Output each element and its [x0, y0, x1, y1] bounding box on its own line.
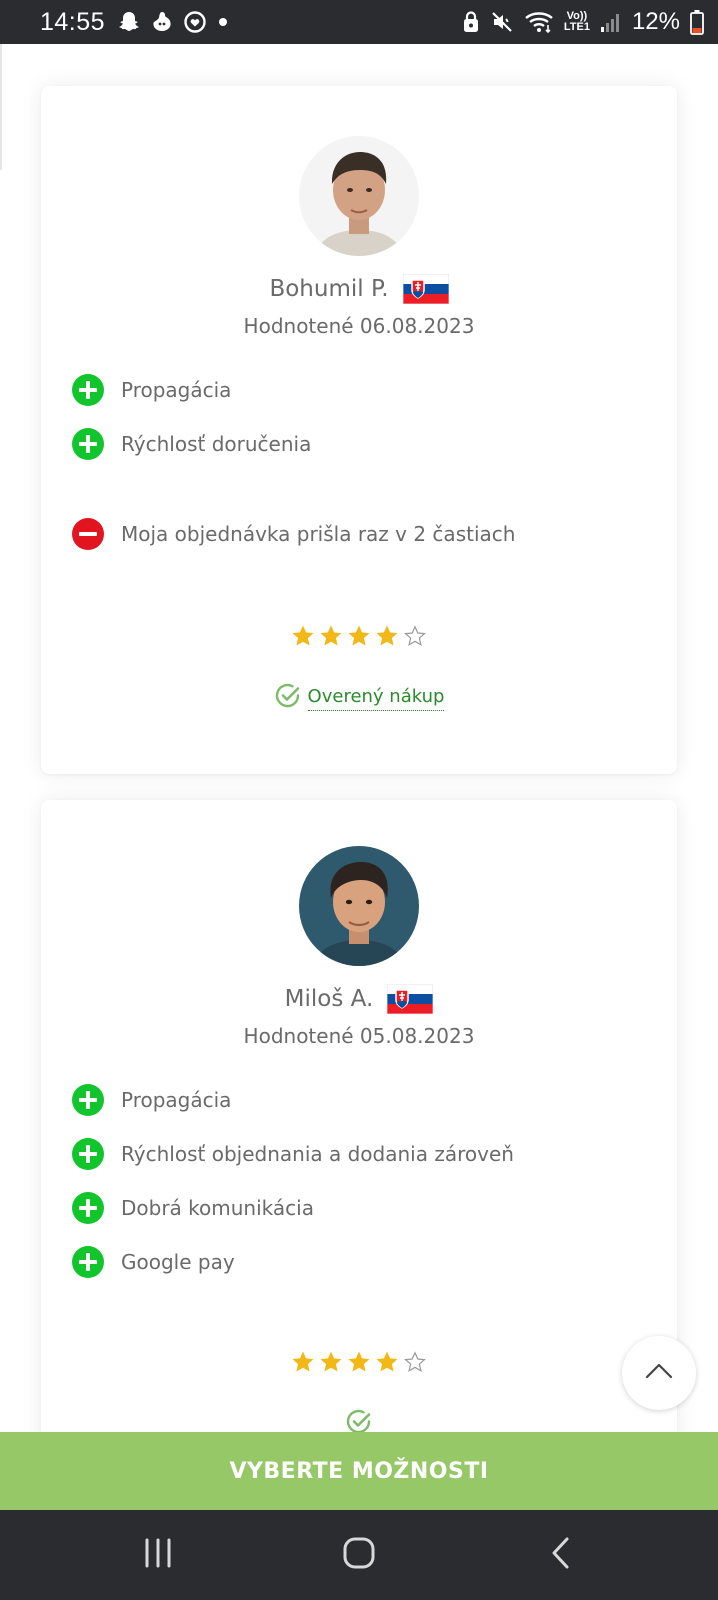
home-button[interactable] — [334, 1532, 384, 1578]
ghost-icon — [151, 10, 173, 34]
status-bar: 14:55 Vo)) LTE1 12% — [0, 0, 718, 44]
verified-purchase-link[interactable]: Overený nákup — [307, 686, 445, 711]
pro-item: Rýchlosť objednania a dodania zároveň — [72, 1138, 514, 1170]
reviewer-avatar — [299, 846, 419, 966]
star-filled-icon — [291, 624, 315, 648]
plus-circle-icon — [72, 428, 104, 460]
check-circle-icon — [274, 682, 302, 715]
reviewer-name-row: Miloš A. — [41, 983, 677, 1015]
review-card: Bohumil P. Hodnotené 06.08.2023 Propagác… — [41, 86, 677, 774]
minus-circle-icon — [72, 518, 104, 550]
edge-divider — [0, 44, 2, 170]
status-time: 14:55 — [40, 7, 106, 36]
plus-circle-icon — [72, 1138, 104, 1170]
star-empty-icon — [403, 624, 427, 648]
con-text: Moja objednávka prišla raz v 2 častiach — [121, 522, 516, 546]
volte-icon: Vo)) LTE1 — [564, 11, 590, 33]
check-circle-icon — [345, 1408, 373, 1432]
star-filled-icon — [319, 624, 343, 648]
snapchat-icon — [117, 10, 141, 34]
star-filled-icon — [375, 1350, 399, 1374]
dot-icon — [217, 16, 229, 28]
back-button[interactable] — [536, 1532, 586, 1578]
mute-icon — [490, 10, 514, 34]
lock-icon — [462, 10, 480, 34]
star-filled-icon — [319, 1350, 343, 1374]
status-notification-icons — [117, 10, 229, 34]
pro-item: Google pay — [72, 1246, 235, 1278]
slovakia-flag-icon — [386, 983, 434, 1015]
pro-text: Rýchlosť doručenia — [121, 432, 312, 456]
signal-icon — [600, 11, 622, 33]
chevron-up-icon — [644, 1362, 674, 1384]
volte-label-bottom: LTE1 — [563, 21, 590, 33]
plus-circle-icon — [72, 1084, 104, 1116]
review-date: Hodnotené 06.08.2023 — [243, 314, 475, 338]
pro-text: Propagácia — [121, 1088, 232, 1112]
reviewer-name: Miloš A. — [284, 986, 374, 1012]
navigation-bar — [0, 1510, 718, 1600]
recent-apps-button[interactable] — [133, 1532, 183, 1578]
choose-options-button[interactable]: VYBERTE MOŽNOSTI — [0, 1432, 718, 1510]
plus-circle-icon — [72, 1246, 104, 1278]
back-icon — [546, 1536, 576, 1574]
con-item: Moja objednávka prišla raz v 2 častiach — [72, 518, 515, 550]
reviews-page[interactable]: Bohumil P. Hodnotené 06.08.2023 Propagác… — [0, 44, 718, 1432]
star-rating — [41, 1350, 677, 1374]
plus-circle-icon — [72, 374, 104, 406]
pro-item: Dobrá komunikácia — [72, 1192, 314, 1224]
review-card: Miloš A. Hodnotené 05.08.2023 Propagácia… — [41, 800, 677, 1432]
scroll-to-top-button[interactable] — [622, 1336, 696, 1410]
reviewer-avatar — [299, 136, 419, 256]
pro-item: Propagácia — [72, 374, 231, 406]
home-icon — [342, 1536, 376, 1574]
reviewer-name: Bohumil P. — [269, 276, 389, 302]
pro-item: Rýchlosť doručenia — [72, 428, 311, 460]
star-filled-icon — [347, 624, 371, 648]
star-filled-icon — [375, 624, 399, 648]
plus-circle-icon — [72, 1192, 104, 1224]
review-date: Hodnotené 05.08.2023 — [243, 1024, 475, 1048]
recent-apps-icon — [141, 1536, 175, 1574]
wifi-icon — [524, 10, 554, 34]
star-empty-icon — [403, 1350, 427, 1374]
pro-text: Rýchlosť objednania a dodania zároveň — [121, 1142, 514, 1166]
verified-purchase[interactable] — [41, 1408, 677, 1432]
status-system-icons: Vo)) LTE1 12% — [462, 8, 704, 36]
pro-text: Dobrá komunikácia — [121, 1196, 314, 1220]
battery-percent: 12% — [631, 8, 680, 35]
slovakia-flag-icon — [402, 273, 449, 305]
verified-purchase[interactable]: Overený nákup — [41, 682, 677, 715]
pro-text: Propagácia — [121, 378, 232, 402]
pro-text: Google pay — [121, 1250, 235, 1274]
pro-item: Propagácia — [72, 1084, 231, 1116]
camera-heart-icon — [183, 10, 207, 34]
star-filled-icon — [291, 1350, 315, 1374]
star-filled-icon — [347, 1350, 371, 1374]
reviewer-name-row: Bohumil P. — [41, 273, 677, 305]
battery-icon — [690, 9, 704, 35]
star-rating — [41, 624, 677, 648]
